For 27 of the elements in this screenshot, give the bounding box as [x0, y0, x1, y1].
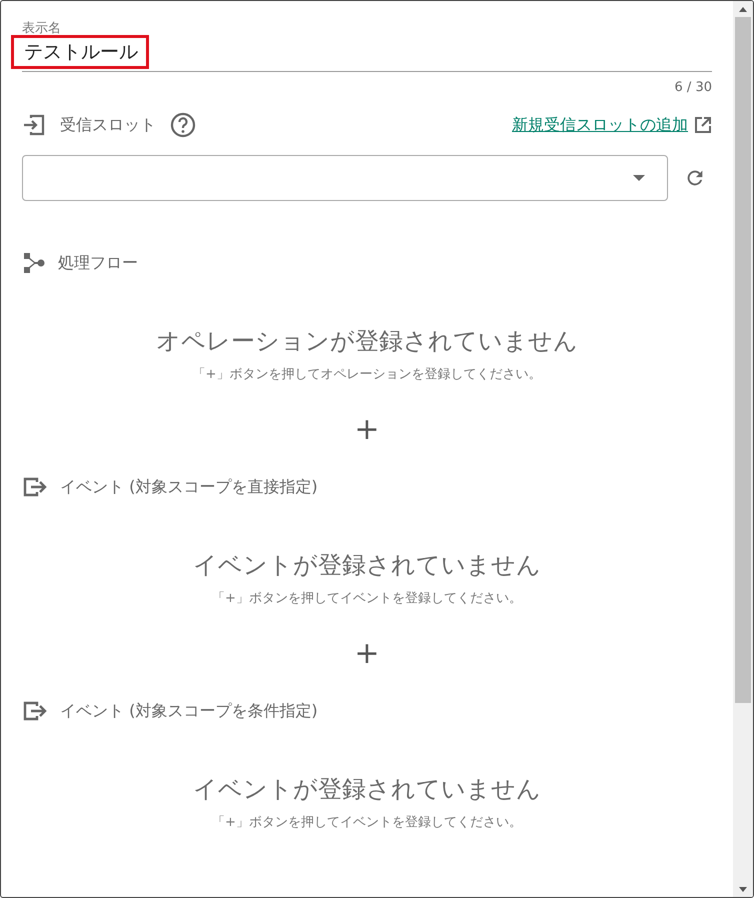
add-slot-link[interactable]: 新規受信スロットの追加	[512, 114, 688, 136]
slot-label: 受信スロット	[60, 114, 156, 136]
add-button[interactable]: +	[350, 413, 384, 447]
scroll-up-icon[interactable]	[739, 6, 747, 12]
scrollbar-thumb[interactable]	[735, 17, 751, 703]
empty-hint: 「+」ボタンを押してイベントを登録してください。	[211, 814, 523, 831]
empty-hint: 「+」ボタンを押してイベントを登録してください。	[211, 590, 523, 607]
empty-hint: 「+」ボタンを押してオペレーションを登録してください。	[192, 366, 542, 383]
login-icon	[22, 113, 46, 137]
help-icon[interactable]	[170, 112, 196, 138]
section-title: イベント (対象スコープを条件指定)	[60, 700, 318, 722]
field-value: テストルール	[11, 35, 149, 69]
empty-title: イベントが登録されていません	[192, 774, 542, 805]
dropdown-caret-icon	[633, 175, 645, 181]
scroll-down-icon[interactable]	[739, 886, 747, 892]
empty-title: イベントが登録されていません	[192, 550, 542, 581]
exit-icon	[22, 699, 48, 723]
external-link-icon[interactable]	[694, 116, 712, 134]
section-title: 処理フロー	[58, 252, 138, 274]
char-counter: 6 / 30	[674, 80, 712, 95]
add-button[interactable]: +	[350, 637, 384, 671]
branch-icon	[22, 251, 46, 275]
exit-icon	[22, 475, 48, 499]
name-input[interactable]: テストルール	[11, 35, 712, 72]
section-title: イベント (対象スコープを直接指定)	[60, 476, 318, 498]
empty-title: オペレーションが登録されていません	[155, 326, 579, 357]
field-label: 表示名	[22, 21, 62, 37]
